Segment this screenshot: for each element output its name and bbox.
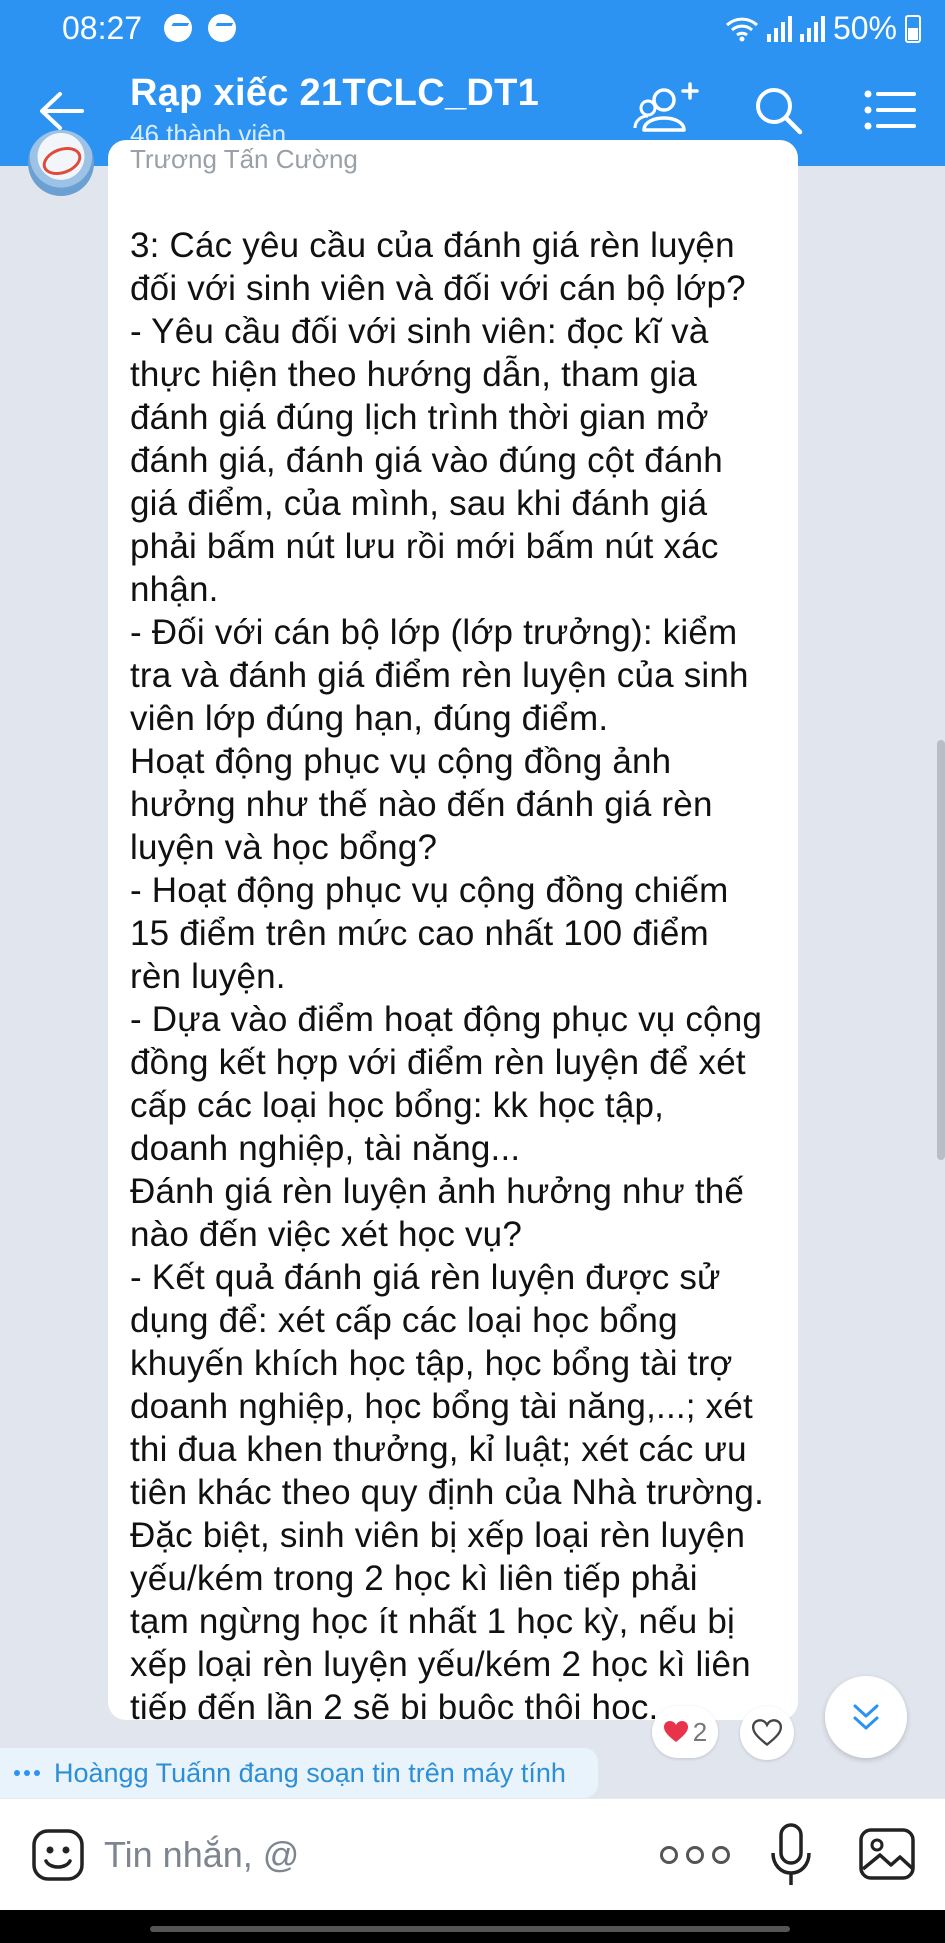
chevron-double-down-icon	[853, 1704, 879, 1730]
heart-icon	[663, 1721, 688, 1742]
sender-name: Trương Tấn Cường	[130, 144, 358, 174]
scroll-down-button[interactable]	[825, 1676, 907, 1758]
list-menu-icon[interactable]	[858, 78, 928, 144]
battery-icon	[905, 14, 921, 43]
avatar[interactable]	[28, 130, 94, 196]
wifi-icon	[725, 17, 758, 41]
typing-dots-icon	[14, 1770, 40, 1776]
typing-text: Hoàngg Tuấnn đang soạn tin trên máy tính	[54, 1757, 566, 1788]
system-nav-bar	[0, 1910, 945, 1943]
signal-icon	[799, 15, 825, 42]
status-bar: 08:27 50%	[0, 0, 945, 56]
image-icon[interactable]	[858, 1827, 916, 1881]
battery-level: 50%	[832, 10, 897, 46]
group-title[interactable]: Rạp xiếc 21TCLC_DT1	[130, 72, 539, 115]
status-time: 08:27	[62, 10, 143, 46]
message-text: 3: Các yêu cầu của đánh giá rèn luyện đố…	[130, 226, 765, 1720]
reaction-summary[interactable]: 2	[652, 1706, 718, 1758]
home-indicator[interactable]	[150, 1926, 790, 1932]
heart-outline-icon	[752, 1719, 782, 1747]
message-input-bar	[0, 1798, 945, 1910]
messenger-icon	[164, 14, 192, 42]
typing-indicator: Hoàngg Tuấnn đang soạn tin trên máy tính	[0, 1748, 598, 1798]
message-bubble[interactable]: Trương Tấn Cường 3: Các yêu cầu của đánh…	[108, 140, 798, 1720]
arrow-left-icon[interactable]	[30, 86, 90, 136]
messenger-icon	[208, 14, 236, 42]
search-icon[interactable]	[744, 78, 814, 144]
microphone-icon[interactable]	[766, 1821, 816, 1889]
add-user-icon[interactable]	[632, 78, 702, 144]
message-input[interactable]	[104, 1825, 524, 1885]
status-indicators: 50%	[725, 10, 921, 47]
reaction-count: 2	[692, 1716, 708, 1747]
more-dots-icon[interactable]	[660, 1835, 730, 1875]
like-button[interactable]	[740, 1706, 794, 1760]
scrollbar[interactable]	[937, 740, 945, 1160]
emoji-icon[interactable]	[30, 1827, 86, 1883]
signal-icon	[766, 15, 792, 42]
